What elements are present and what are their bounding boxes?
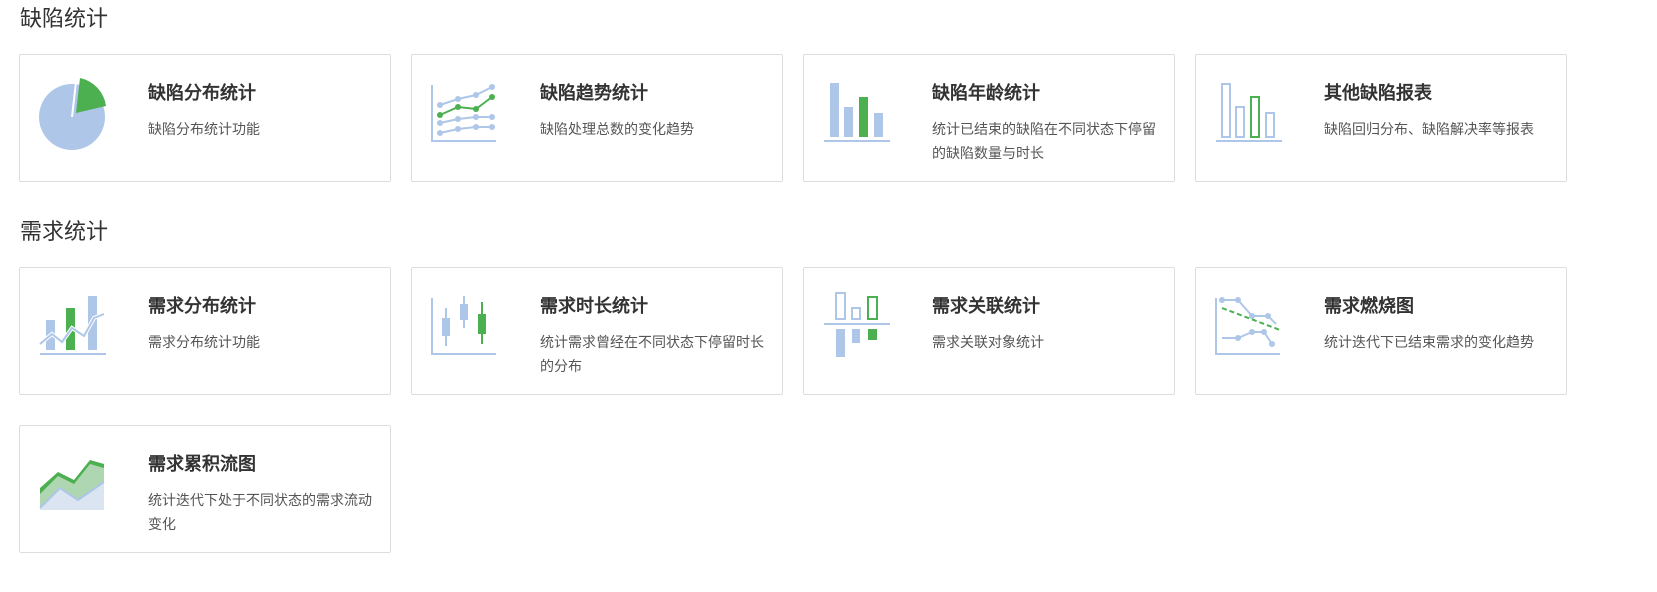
- bar-chart-icon: [822, 75, 898, 155]
- card-other-defect-reports[interactable]: 其他缺陷报表 缺陷回归分布、缺陷解决率等报表: [1195, 54, 1567, 182]
- pie-chart-icon: [38, 75, 114, 155]
- card-requirement-cumulative-flow[interactable]: 需求累积流图 统计迭代下处于不同状态的需求流动变化: [19, 425, 391, 553]
- card-title: 需求关联统计: [932, 296, 1040, 316]
- card-requirement-distribution[interactable]: 需求分布统计 需求分布统计功能: [19, 267, 391, 395]
- card-title: 需求分布统计: [148, 296, 256, 316]
- card-title: 需求燃烧图: [1324, 296, 1414, 316]
- line-trend-icon: [430, 75, 506, 155]
- card-title: 缺陷分布统计: [148, 83, 256, 103]
- card-description: 缺陷处理总数的变化趋势: [540, 121, 694, 137]
- card-description: 统计需求曾经在不同状态下停留时长的分布: [540, 334, 764, 374]
- bar-line-combo-icon: [38, 288, 114, 368]
- section-title-defects: 缺陷统计: [20, 6, 109, 31]
- area-chart-icon: [38, 446, 114, 526]
- card-requirement-burndown[interactable]: 需求燃烧图 统计迭代下已结束需求的变化趋势: [1195, 267, 1567, 395]
- card-requirement-duration[interactable]: 需求时长统计 统计需求曾经在不同状态下停留时长的分布: [411, 267, 783, 395]
- card-description: 需求关联对象统计: [932, 334, 1044, 350]
- card-title: 需求累积流图: [148, 454, 256, 474]
- burndown-icon: [1214, 288, 1290, 368]
- card-title: 缺陷趋势统计: [540, 83, 648, 103]
- card-description: 需求分布统计功能: [148, 334, 260, 350]
- card-defect-trend[interactable]: 缺陷趋势统计 缺陷处理总数的变化趋势: [411, 54, 783, 182]
- outline-bar-chart-icon: [1214, 75, 1290, 155]
- card-description: 统计迭代下处于不同状态的需求流动变化: [148, 492, 372, 532]
- card-title: 缺陷年龄统计: [932, 83, 1040, 103]
- candlestick-icon: [430, 288, 506, 368]
- card-description: 统计迭代下已结束需求的变化趋势: [1324, 334, 1534, 350]
- diverging-bar-icon: [822, 288, 898, 368]
- card-description: 统计已结束的缺陷在不同状态下停留的缺陷数量与时长: [932, 121, 1156, 161]
- card-title: 其他缺陷报表: [1324, 83, 1432, 103]
- section-title-requirements: 需求统计: [20, 219, 109, 244]
- card-defect-distribution[interactable]: 缺陷分布统计 缺陷分布统计功能: [19, 54, 391, 182]
- card-defect-age[interactable]: 缺陷年龄统计 统计已结束的缺陷在不同状态下停留的缺陷数量与时长: [803, 54, 1175, 182]
- card-requirement-links[interactable]: 需求关联统计 需求关联对象统计: [803, 267, 1175, 395]
- card-description: 缺陷回归分布、缺陷解决率等报表: [1324, 121, 1534, 137]
- card-description: 缺陷分布统计功能: [148, 121, 260, 137]
- card-title: 需求时长统计: [540, 296, 648, 316]
